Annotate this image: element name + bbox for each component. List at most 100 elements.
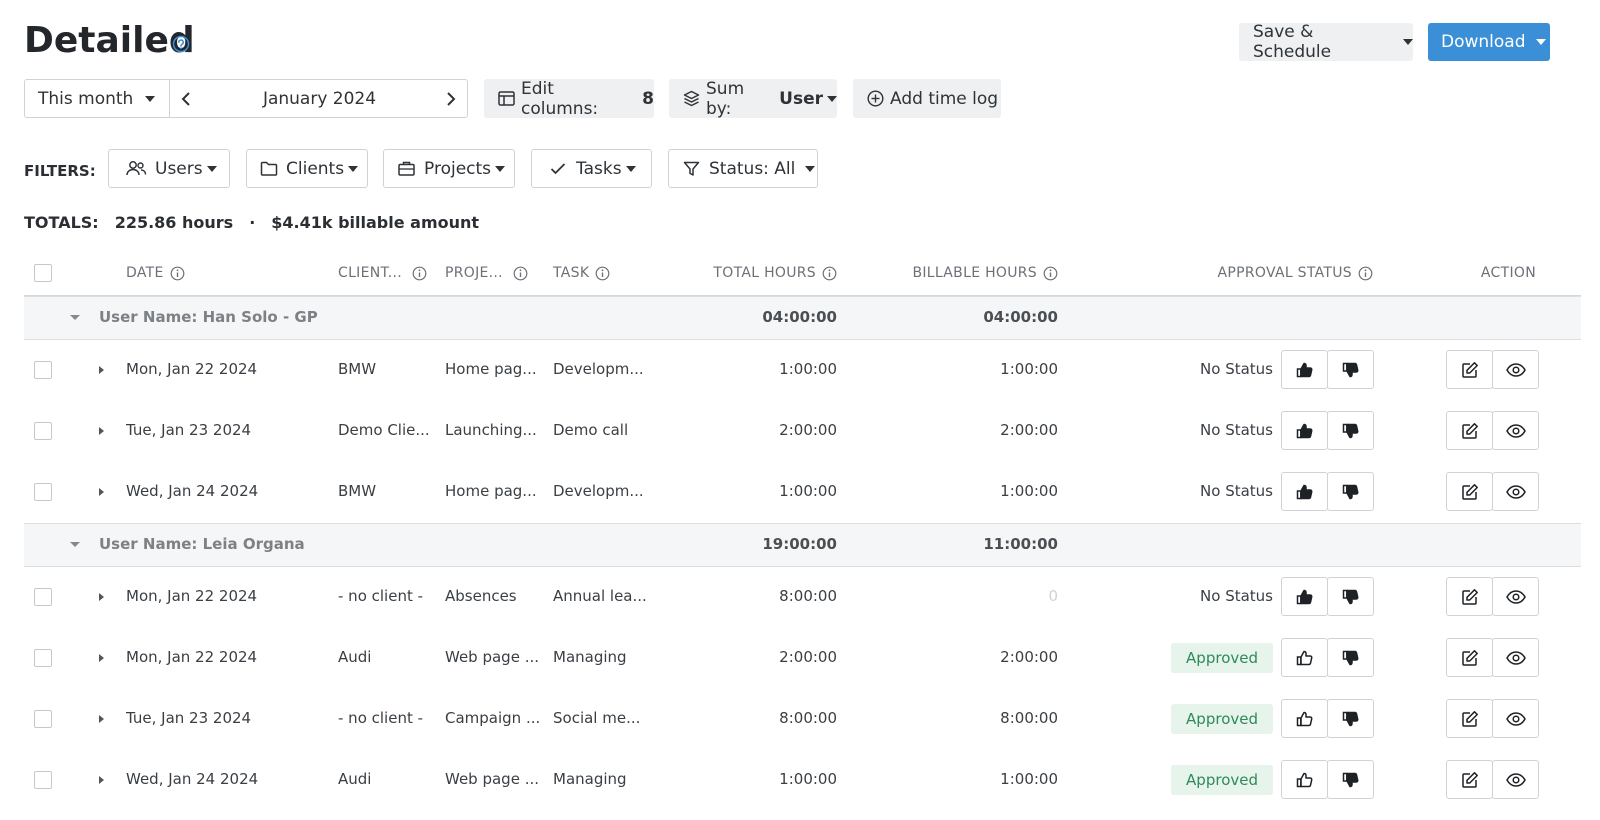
row-checkbox[interactable] bbox=[34, 422, 52, 440]
column-header-client[interactable]: CLIENT... bbox=[338, 262, 427, 284]
row-project: Launching... bbox=[445, 421, 537, 439]
caret-right-icon[interactable] bbox=[99, 715, 104, 723]
row-project: Web page ... bbox=[445, 648, 540, 666]
chevron-right-icon[interactable] bbox=[443, 91, 457, 107]
edit-icon bbox=[1461, 649, 1478, 666]
row-date: Wed, Jan 24 2024 bbox=[126, 482, 259, 500]
row-total-hours: 1:00:00 bbox=[779, 770, 837, 788]
edit-icon bbox=[1461, 771, 1478, 788]
approve-button[interactable] bbox=[1281, 577, 1328, 616]
caret-right-icon[interactable] bbox=[99, 366, 104, 374]
caret-down-icon[interactable] bbox=[70, 542, 80, 547]
reject-button[interactable] bbox=[1327, 760, 1374, 799]
reject-button[interactable] bbox=[1327, 472, 1374, 511]
view-button[interactable] bbox=[1492, 411, 1539, 450]
reject-button[interactable] bbox=[1327, 699, 1374, 738]
row-billable-hours: 8:00:00 bbox=[1000, 709, 1058, 727]
row-checkbox[interactable] bbox=[34, 771, 52, 789]
caret-right-icon[interactable] bbox=[99, 654, 104, 662]
status-filter[interactable]: Status: All bbox=[668, 149, 818, 188]
projects-filter[interactable]: Projects bbox=[383, 149, 515, 188]
info-icon bbox=[595, 266, 610, 281]
status-badge: Approved bbox=[1171, 643, 1273, 673]
reject-button[interactable] bbox=[1327, 350, 1374, 389]
approve-button[interactable] bbox=[1281, 350, 1328, 389]
caret-down-icon[interactable] bbox=[70, 315, 80, 320]
column-header-approval-status[interactable]: APPROVAL STATUS bbox=[1180, 262, 1373, 284]
eye-icon bbox=[1505, 423, 1526, 438]
sum-by-button[interactable]: Sum by: User bbox=[669, 79, 837, 119]
view-button[interactable] bbox=[1492, 577, 1539, 616]
edit-icon bbox=[1461, 361, 1478, 378]
period-label: This month bbox=[38, 88, 134, 109]
row-checkbox[interactable] bbox=[34, 361, 52, 379]
briefcase-icon bbox=[398, 161, 415, 176]
info-icon bbox=[513, 266, 528, 281]
chevron-down-icon bbox=[827, 95, 837, 102]
column-header-project[interactable]: PROJE... bbox=[445, 262, 528, 284]
edit-button[interactable] bbox=[1446, 760, 1493, 799]
download-button[interactable]: Download bbox=[1428, 23, 1550, 61]
add-time-log-button[interactable]: Add time log bbox=[853, 79, 1001, 118]
eye-icon bbox=[1505, 650, 1526, 665]
view-button[interactable] bbox=[1492, 472, 1539, 511]
caret-right-icon[interactable] bbox=[99, 488, 104, 496]
eye-icon bbox=[1505, 772, 1526, 787]
view-button[interactable] bbox=[1492, 699, 1539, 738]
view-button[interactable] bbox=[1492, 350, 1539, 389]
edit-button[interactable] bbox=[1446, 638, 1493, 677]
edit-columns-button[interactable]: Edit columns: 8 bbox=[484, 79, 654, 119]
column-header-action-label: ACTION bbox=[1480, 265, 1536, 281]
thumbs-up-icon bbox=[1296, 362, 1312, 377]
save-schedule-button[interactable]: Save & Schedule bbox=[1239, 22, 1413, 62]
chevron-down-icon bbox=[348, 165, 359, 172]
approve-button[interactable] bbox=[1281, 760, 1328, 799]
view-button[interactable] bbox=[1492, 760, 1539, 799]
thumbs-up-icon bbox=[1296, 650, 1312, 665]
month-label: January 2024 bbox=[262, 89, 377, 109]
edit-icon bbox=[1461, 483, 1478, 500]
caret-right-icon[interactable] bbox=[99, 427, 104, 435]
period-select[interactable]: This month bbox=[24, 79, 170, 118]
row-checkbox[interactable] bbox=[34, 483, 52, 501]
chevron-down-icon bbox=[495, 165, 506, 172]
tasks-filter[interactable]: Tasks bbox=[531, 149, 652, 188]
view-button[interactable] bbox=[1492, 638, 1539, 677]
status-text: No Status bbox=[1200, 421, 1273, 439]
chevron-down-icon bbox=[1403, 39, 1413, 45]
help-icon[interactable] bbox=[172, 35, 190, 53]
tasks-filter-label: Tasks bbox=[576, 158, 622, 179]
approve-button[interactable] bbox=[1281, 638, 1328, 677]
row-date: Mon, Jan 22 2024 bbox=[126, 648, 258, 666]
column-header-total-hours[interactable]: TOTAL HOURS bbox=[700, 262, 837, 284]
edit-button[interactable] bbox=[1446, 350, 1493, 389]
approve-button[interactable] bbox=[1281, 699, 1328, 738]
column-header-billable-hours[interactable]: BILLABLE HOURS bbox=[880, 262, 1058, 284]
column-header-task[interactable]: TASK bbox=[553, 262, 610, 284]
row-checkbox[interactable] bbox=[34, 588, 52, 606]
chevron-down-icon bbox=[206, 165, 217, 172]
edit-button[interactable] bbox=[1446, 699, 1493, 738]
approve-button[interactable] bbox=[1281, 411, 1328, 450]
caret-right-icon[interactable] bbox=[99, 593, 104, 601]
reject-button[interactable] bbox=[1327, 411, 1374, 450]
edit-button[interactable] bbox=[1446, 472, 1493, 511]
edit-button[interactable] bbox=[1446, 411, 1493, 450]
clients-filter[interactable]: Clients bbox=[246, 149, 368, 188]
thumbs-down-icon bbox=[1342, 772, 1358, 787]
edit-button[interactable] bbox=[1446, 577, 1493, 616]
folder-icon bbox=[260, 161, 278, 176]
page-title: Detailed bbox=[24, 20, 195, 61]
reject-button[interactable] bbox=[1327, 638, 1374, 677]
column-header-date[interactable]: DATE bbox=[126, 262, 185, 284]
approve-button[interactable] bbox=[1281, 472, 1328, 511]
row-billable-hours: 2:00:00 bbox=[1000, 421, 1058, 439]
chevron-down-icon bbox=[1535, 39, 1546, 45]
caret-right-icon[interactable] bbox=[99, 776, 104, 784]
row-project: Absences bbox=[445, 587, 517, 605]
select-all-checkbox[interactable] bbox=[34, 264, 52, 282]
row-checkbox[interactable] bbox=[34, 649, 52, 667]
reject-button[interactable] bbox=[1327, 577, 1374, 616]
users-filter[interactable]: Users bbox=[108, 149, 230, 188]
row-checkbox[interactable] bbox=[34, 710, 52, 728]
